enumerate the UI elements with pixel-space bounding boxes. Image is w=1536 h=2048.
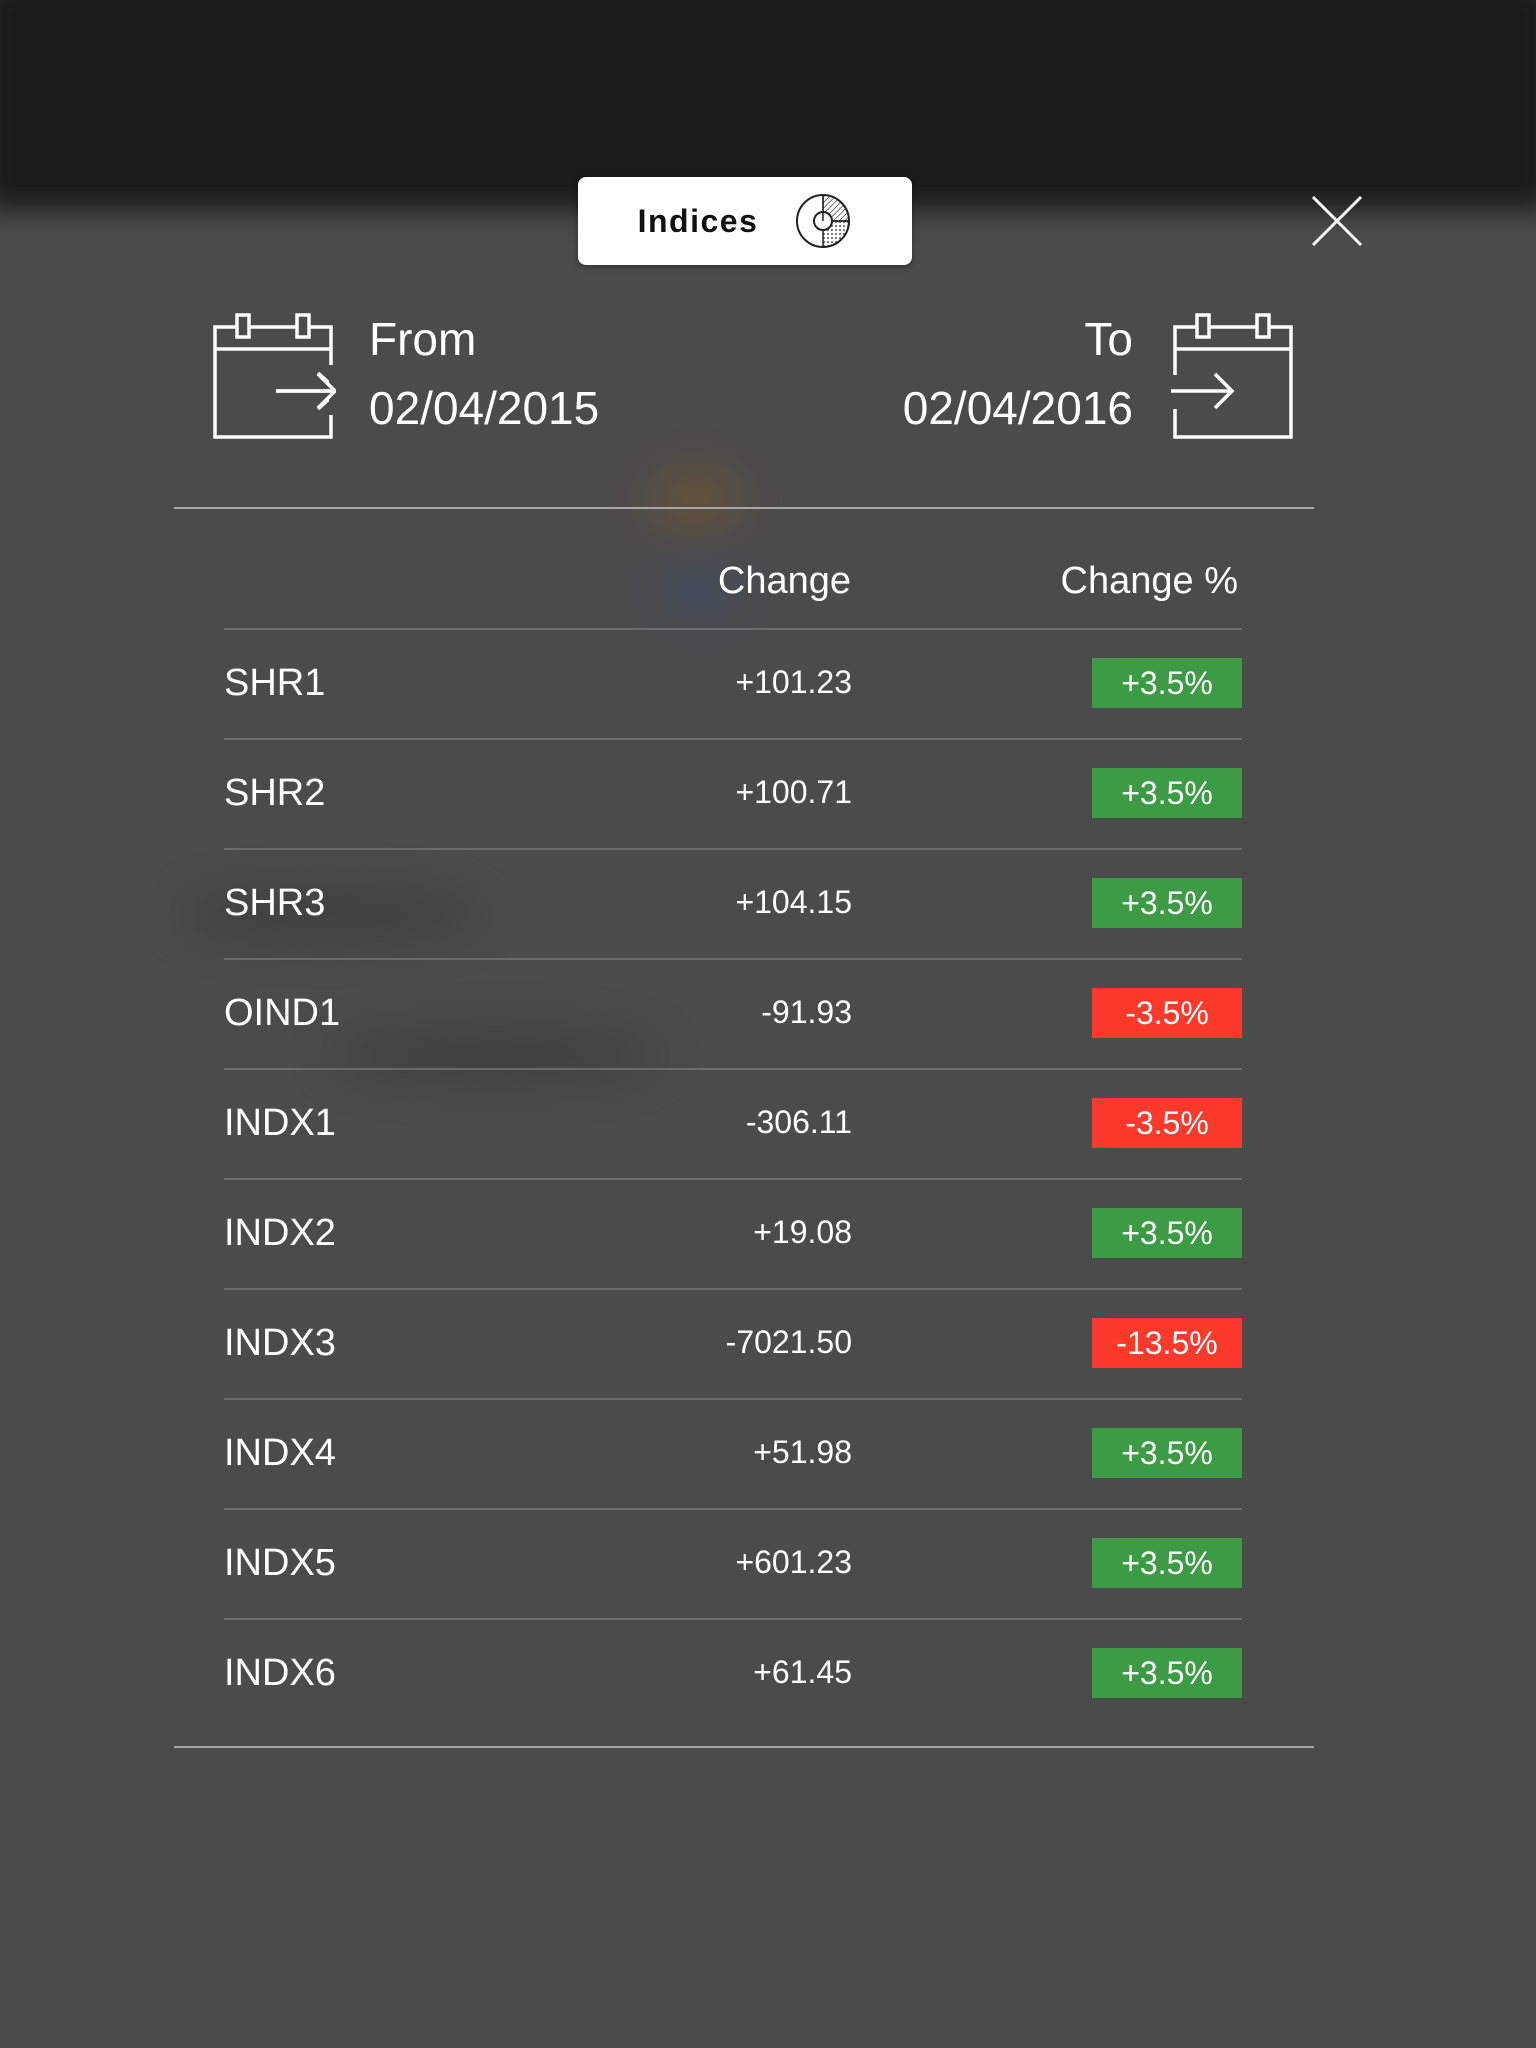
column-header-change: Change [717,560,851,602]
close-icon[interactable] [1310,194,1364,248]
change-percent-badge: +3.5% [1092,878,1242,928]
change-percent-badge: +3.5% [1092,658,1242,708]
blurred-background-element [650,470,740,530]
index-name: OIND1 [224,992,341,1034]
table-row[interactable]: INDX3 -7021.50 -13.5% [224,1290,1242,1400]
change-value: -7021.50 [725,1324,852,1360]
table-header: Change Change % [224,540,1242,630]
modal-title: Indices [637,202,759,239]
change-percent-badge: -3.5% [1092,1098,1242,1148]
to-date-picker[interactable]: To 02/04/2016 [903,305,1296,441]
table-row[interactable]: INDX4 +51.98 +3.5% [224,1400,1242,1510]
divider [174,507,1314,509]
index-name: SHR3 [224,882,326,924]
table-row[interactable]: INDX6 +61.45 +3.5% [224,1620,1242,1728]
change-percent-badge: +3.5% [1092,1208,1242,1258]
table-body: SHR1 +101.23 +3.5% SHR2 +100.71 +3.5% SHR3 +104… [224,630,1242,1728]
indices-selector-button[interactable]: Indices [578,177,912,265]
calendar-icon [1170,313,1293,439]
index-name: SHR2 [224,772,326,814]
pie-chart-icon [796,194,851,248]
index-name: INDX6 [224,1652,336,1694]
change-percent-badge: -3.5% [1092,988,1242,1038]
calendar-icon [213,313,336,439]
table-row[interactable]: INDX5 +601.23 +3.5% [224,1510,1242,1620]
index-name: INDX2 [224,1212,336,1254]
from-date-value: 02/04/2015 [369,381,600,434]
index-name: INDX3 [224,1322,336,1364]
change-value: +104.15 [735,884,852,920]
change-value: +100.71 [735,774,852,810]
change-value: +61.45 [753,1654,852,1690]
change-percent-badge: -13.5% [1092,1318,1242,1368]
from-date-picker[interactable]: From 02/04/2015 [210,305,599,441]
table-row[interactable]: OIND1 -91.93 -3.5% [224,960,1242,1070]
to-label: To [1084,312,1133,365]
change-value: -306.11 [745,1104,852,1140]
change-value: +601.23 [735,1544,852,1580]
change-percent-badge: +3.5% [1092,1538,1242,1588]
indices-modal-overlay: Indices From 02/04/2015 To 02/04/2016 Ch… [0,0,1536,2048]
change-value: +19.08 [753,1214,852,1250]
table-row[interactable]: SHR1 +101.23 +3.5% [224,630,1242,740]
column-header-change-percent: Change % [1060,560,1238,602]
change-percent-badge: +3.5% [1092,1648,1242,1698]
to-date-value: 02/04/2016 [902,381,1133,434]
indices-table: Change Change % SHR1 +101.23 +3.5% SHR2 +100… [224,540,1242,1728]
change-percent-badge: +3.5% [1092,768,1242,818]
index-name: SHR1 [224,662,326,704]
change-percent-badge: +3.5% [1092,1428,1242,1478]
change-value: -91.93 [761,994,852,1030]
table-row[interactable]: SHR3 +104.15 +3.5% [224,850,1242,960]
from-label: From [369,312,477,365]
table-row[interactable]: INDX2 +19.08 +3.5% [224,1180,1242,1290]
table-row[interactable]: INDX1 -306.11 -3.5% [224,1070,1242,1180]
change-value: +51.98 [753,1434,852,1470]
index-name: INDX1 [224,1102,336,1144]
index-name: INDX4 [224,1432,336,1474]
divider [174,1746,1314,1748]
index-name: INDX5 [224,1542,336,1584]
change-value: +101.23 [735,664,852,700]
table-row[interactable]: SHR2 +100.71 +3.5% [224,740,1242,850]
